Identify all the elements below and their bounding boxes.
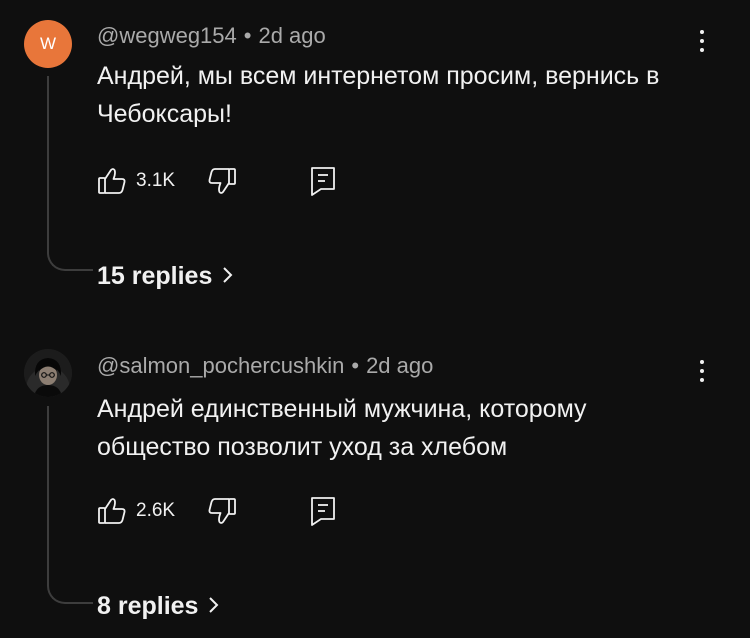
- avatar[interactable]: W: [24, 20, 72, 68]
- avatar[interactable]: [24, 349, 72, 397]
- comment-actions: 2.6K: [96, 495, 356, 529]
- comment-header: @wegweg154 • 2d ago: [97, 23, 326, 49]
- view-replies-button[interactable]: 8 replies: [97, 592, 220, 622]
- thread-line: [47, 76, 93, 271]
- reply-comment-icon[interactable]: [309, 165, 337, 202]
- view-replies-button[interactable]: 15 replies: [97, 262, 234, 292]
- thumbs-down-icon[interactable]: [206, 165, 238, 202]
- replies-label: 8 replies: [97, 592, 199, 620]
- replies-label: 15 replies: [97, 262, 213, 290]
- avatar-letter: W: [39, 34, 57, 53]
- like-count: 2.6K: [136, 500, 176, 521]
- comment-actions: 3.1K: [96, 165, 356, 199]
- more-vert-icon[interactable]: [690, 360, 714, 392]
- meta-separator: •: [243, 23, 252, 48]
- like-count: 3.1K: [136, 170, 176, 191]
- more-vert-icon[interactable]: [690, 30, 714, 62]
- comment-text: Андрей, мы всем интернетом просим, верни…: [97, 62, 660, 128]
- chevron-right-icon: [208, 593, 220, 622]
- meta-separator: •: [351, 353, 360, 378]
- thread-line: [47, 406, 93, 604]
- comment-item: W @wegweg154 • 2d ago Андрей, мы всем инте…: [0, 0, 750, 330]
- author-name[interactable]: @salmon_pochercushkin: [97, 353, 344, 378]
- comment-header: @salmon_pochercushkin • 2d ago: [97, 353, 433, 379]
- chevron-right-icon: [222, 263, 234, 292]
- thumbs-up-icon[interactable]: [96, 495, 128, 532]
- thumbs-up-icon[interactable]: [96, 165, 128, 202]
- timestamp[interactable]: 2d ago: [366, 353, 433, 378]
- thumbs-down-icon[interactable]: [206, 495, 238, 532]
- reply-comment-icon[interactable]: [309, 495, 337, 532]
- timestamp[interactable]: 2d ago: [258, 23, 325, 48]
- comment-text: Андрей единственный мужчина, которому об…: [97, 395, 587, 461]
- author-name[interactable]: @wegweg154: [97, 23, 237, 48]
- comment-item: @salmon_pochercushkin • 2d ago Андрей един…: [0, 330, 750, 638]
